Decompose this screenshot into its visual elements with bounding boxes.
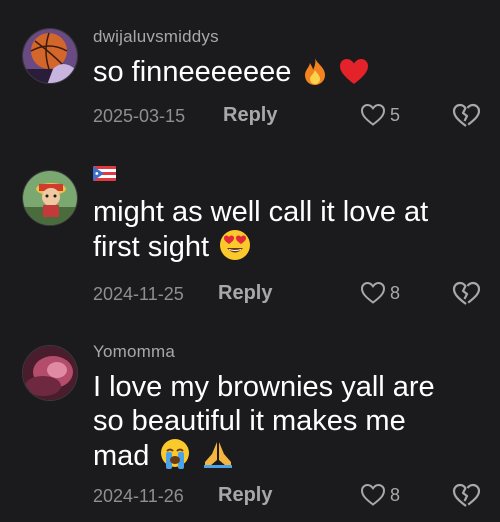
username[interactable]: dwijaluvsmiddys	[93, 27, 219, 47]
heart-outline-icon	[360, 103, 386, 126]
reply-button[interactable]: Reply	[218, 484, 272, 507]
comment-item: might as well call it love at first sigh…	[0, 150, 500, 330]
reply-button[interactable]: Reply	[223, 104, 277, 127]
comment-text-line-container: first sight	[93, 229, 488, 269]
avatar[interactable]	[22, 170, 78, 226]
broken-heart-icon	[452, 281, 481, 305]
comment-text-line: mad	[93, 440, 150, 472]
fire-emoji	[301, 56, 329, 94]
comment-text-line: first sight	[93, 231, 210, 263]
username[interactable]: Yomomma	[93, 342, 175, 362]
dislike-button[interactable]	[452, 483, 481, 514]
comment-text-line: might as well call it love at	[93, 196, 429, 228]
dislike-button[interactable]	[452, 103, 481, 134]
heart-outline-icon	[360, 483, 386, 506]
like-count: 8	[390, 484, 401, 505]
heart-outline-icon	[360, 281, 386, 304]
comment-date: 2024-11-25	[93, 284, 184, 304]
puerto-rico-flag	[93, 166, 116, 181]
broken-heart-icon	[452, 483, 481, 507]
comment-text: might as well call it love at first sigh…	[93, 195, 488, 269]
comment-text: so finneeeeeee	[93, 55, 488, 94]
like-button[interactable]: 8	[360, 483, 400, 507]
comment-text: I love my brownies yall are so beautiful…	[93, 370, 488, 478]
avatar[interactable]	[22, 28, 78, 84]
loudly-crying-emoji	[159, 438, 191, 478]
like-button[interactable]: 8	[360, 281, 400, 305]
like-count: 8	[390, 282, 401, 303]
comment-text-content: so finneeeeeee	[93, 56, 292, 88]
comment-item: Yomomma I love my brownies yall are so b…	[0, 330, 500, 522]
broken-heart-icon	[452, 103, 481, 127]
avatar[interactable]	[22, 345, 78, 401]
comment-item: dwijaluvsmiddys so finneeeeeee 2025-03-1…	[0, 0, 500, 150]
comment-text-line: so beautiful it makes me	[93, 405, 406, 437]
like-count: 5	[390, 104, 401, 125]
dislike-button[interactable]	[452, 281, 481, 312]
comment-date: 2024-11-26	[93, 486, 184, 506]
comment-text-line: I love my brownies yall are	[93, 371, 435, 403]
reply-button[interactable]: Reply	[218, 282, 272, 305]
like-button[interactable]: 5	[360, 103, 400, 127]
comment-date: 2025-03-15	[93, 106, 186, 126]
comment-text-line-container: mad	[93, 438, 488, 478]
folded-hands-emoji	[202, 438, 234, 478]
heart-eyes-emoji	[219, 229, 251, 269]
red-heart-emoji	[339, 58, 369, 94]
